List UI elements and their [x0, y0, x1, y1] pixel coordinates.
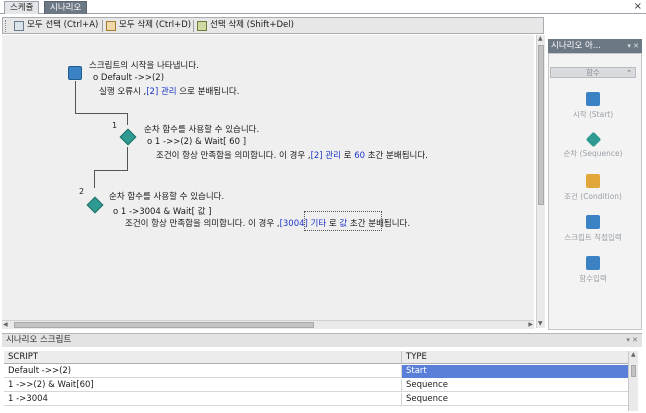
script-cell: Default ->>(2) — [4, 365, 402, 378]
scroll-left-icon[interactable]: ◀ — [3, 321, 8, 329]
table-vertical-scrollbar[interactable]: ▲ — [628, 351, 638, 411]
start-desc: 실행 오류시 ,[2] 관리 으로 분배됩니다. — [99, 87, 240, 97]
scenario-toolbox-header: 시나리오 아... ▾ ✕ — [548, 39, 642, 53]
toolbar-grip — [5, 20, 8, 32]
connector-line — [75, 113, 127, 114]
scroll-up-icon[interactable]: ▲ — [631, 351, 636, 359]
select-all-button[interactable]: 모두 선택 (Ctrl+A) — [13, 19, 98, 33]
connector-line — [75, 81, 76, 113]
table-header-row: SCRIPT TYPE — [4, 351, 628, 364]
delete-all-button[interactable]: 모두 삭제 (Ctrl+D) — [105, 19, 191, 33]
panel-pin-icon[interactable]: ▾ ✕ — [627, 39, 639, 53]
canvas-horizontal-scrollbar[interactable]: ◀ ▶ — [2, 320, 534, 329]
start-rule[interactable]: o Default ->>(2) — [93, 73, 164, 83]
toolbar: 모두 선택 (Ctrl+A) 모두 삭제 (Ctrl+D) 선택 삭제 (Shi… — [2, 17, 544, 34]
close-icon[interactable]: × — [634, 0, 642, 13]
tab-schedule[interactable]: 스케쥴 — [4, 1, 40, 14]
start-desc-link[interactable]: [2] 관리 — [146, 87, 176, 97]
start-icon — [586, 92, 600, 106]
panel-pin-icon[interactable]: ▾ ✕ — [626, 334, 638, 347]
seq1-rule[interactable]: o 1 ->>(2) & Wait[ 60 ] — [147, 137, 246, 147]
function-section-header[interactable]: 함수 ⌃ — [550, 67, 636, 78]
type-cell[interactable]: Sequence — [402, 379, 628, 392]
seq1-number: 1 — [112, 121, 118, 130]
connector-line — [94, 170, 95, 188]
seq2-number: 2 — [79, 187, 85, 196]
column-header-type[interactable]: TYPE — [402, 351, 628, 364]
toolbox-item-start[interactable]: 시작 (Start) — [550, 92, 636, 120]
scenario-canvas[interactable]: 스크립트의 시작을 나타냅니다. o Default ->>(2) 실행 오류시… — [2, 35, 534, 320]
sequence-node-icon[interactable] — [86, 196, 104, 214]
condition-icon — [586, 174, 600, 188]
toolbox-item-direct-script[interactable]: 스크립트 직접입력 — [550, 215, 636, 243]
toolbox-item-condition[interactable]: 조건 (Condition) — [550, 174, 636, 202]
start-node-icon[interactable] — [68, 66, 82, 80]
type-cell[interactable]: Start — [402, 365, 628, 378]
scroll-thumb[interactable] — [538, 45, 544, 205]
scroll-thumb[interactable] — [14, 322, 314, 328]
script-cell: 1 ->3004 — [4, 393, 402, 406]
delete-all-icon — [106, 21, 116, 31]
selection-handle-box[interactable] — [304, 211, 382, 231]
delete-selected-label: 선택 삭제 (Shift+Del) — [210, 20, 294, 30]
sequence-icon — [585, 131, 601, 148]
type-cell[interactable]: Sequence — [402, 393, 628, 406]
select-all-icon — [14, 21, 24, 31]
script-panel-header: 시나리오 스크립트 ▾ ✕ — [2, 333, 642, 347]
connector-line — [127, 113, 128, 125]
seq1-title: 순차 함수를 사용할 수 있습니다. — [144, 125, 260, 135]
script-input-icon — [586, 215, 600, 229]
tab-scenario[interactable]: 시나리오 — [44, 1, 88, 14]
toolbar-separator — [102, 20, 103, 32]
connector-line — [94, 170, 128, 171]
scroll-thumb[interactable] — [631, 365, 636, 377]
sequence-node-icon[interactable] — [119, 128, 137, 146]
chevron-up-icon: ⌃ — [626, 69, 632, 77]
column-header-script[interactable]: SCRIPT — [4, 351, 402, 364]
toolbox-title: 시나리오 아... — [551, 41, 601, 51]
delete-selected-button[interactable]: 선택 삭제 (Shift+Del) — [196, 19, 294, 33]
top-tab-bar: 스케쥴 시나리오 × — [0, 0, 646, 14]
script-panel-title: 시나리오 스크립트 — [6, 335, 72, 345]
seq2-title: 순차 함수를 사용할 수 있습니다. — [109, 192, 225, 202]
seq2-rule[interactable]: o 1 ->3004 & Wait[ 값 ] — [113, 205, 212, 217]
toolbox-item-function-input[interactable]: 함수입력 — [550, 256, 636, 284]
function-input-icon — [586, 256, 600, 270]
delete-selected-icon — [197, 21, 207, 31]
script-cell: 1 ->>(2) & Wait[60] — [4, 379, 402, 392]
scroll-down-icon[interactable]: ▼ — [538, 320, 543, 328]
scroll-right-icon[interactable]: ▶ — [528, 321, 533, 329]
toolbox-item-sequence[interactable]: 순차 (Sequence) — [550, 131, 636, 159]
toolbar-separator — [193, 20, 194, 32]
scroll-up-icon[interactable]: ▲ — [538, 35, 543, 43]
section-label: 함수 — [586, 68, 600, 77]
select-all-label: 모두 선택 (Ctrl+A) — [27, 20, 99, 30]
delete-all-label: 모두 삭제 (Ctrl+D) — [119, 20, 192, 30]
table-row[interactable]: Default ->>(2) Start — [4, 365, 628, 378]
seq1-desc-link[interactable]: [2] 관리 — [311, 151, 341, 161]
connector-line — [127, 147, 128, 170]
start-title: 스크립트의 시작을 나타냅니다. — [89, 61, 199, 71]
table-row[interactable]: 1 ->3004 Sequence — [4, 393, 628, 406]
table-row[interactable]: 1 ->>(2) & Wait[60] Sequence — [4, 379, 628, 392]
seq1-desc: 조건이 항상 만족함을 의미합니다. 이 경우 ,[2] 관리 로 60 초간 … — [156, 151, 428, 161]
canvas-vertical-scrollbar[interactable]: ▲ ▼ — [536, 35, 545, 328]
